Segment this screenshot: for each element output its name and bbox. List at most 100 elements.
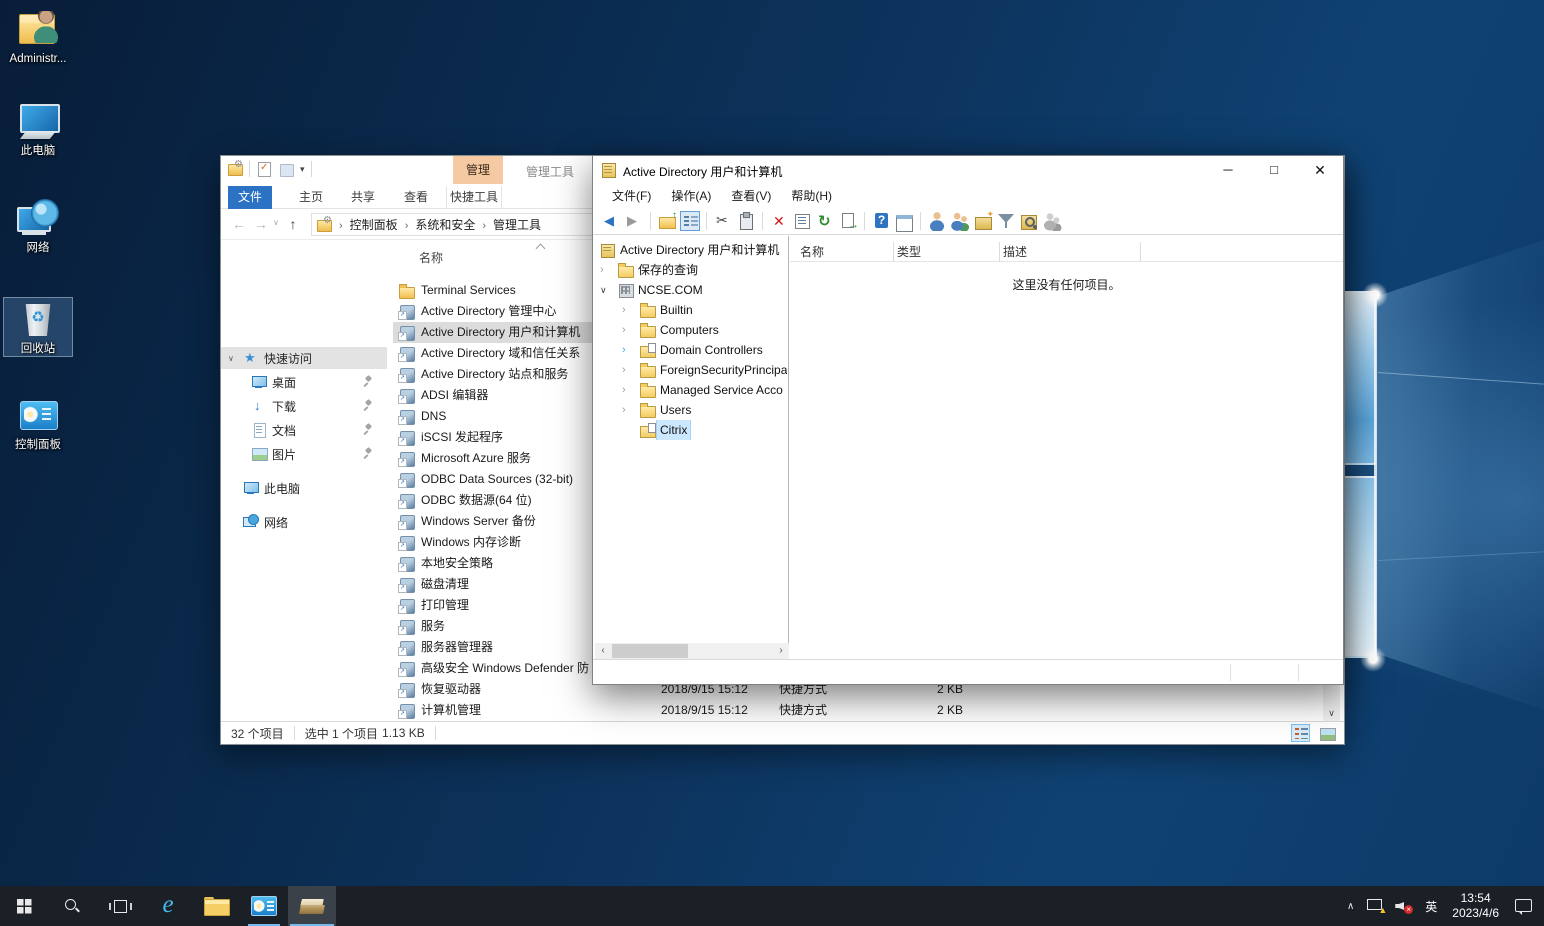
desktop-icon-cp[interactable]: 控制面板 (4, 394, 72, 452)
taskbar-task-view[interactable] (96, 886, 144, 926)
expander-down-icon[interactable]: ∨ (228, 354, 234, 363)
tree-node-Citrix[interactable]: Citrix (594, 420, 787, 440)
scrollbar-thumb[interactable] (612, 644, 688, 658)
taskbar-internet-explorer[interactable]: e (144, 886, 192, 926)
column-header-类型[interactable]: 类型 (897, 243, 921, 260)
column-divider[interactable] (1140, 242, 1141, 262)
refresh-icon[interactable] (815, 211, 835, 231)
new-group-icon[interactable] (950, 211, 970, 231)
sidebar-item-桌面[interactable]: 桌面 (221, 371, 387, 393)
help-icon[interactable] (871, 211, 891, 231)
tree-node-Managed Service Acco[interactable]: ›Managed Service Acco (594, 380, 787, 400)
expander-right-icon[interactable]: › (622, 300, 626, 320)
thumbnails-view-button[interactable] (1317, 724, 1336, 742)
back-icon[interactable] (601, 211, 621, 231)
expander-right-icon[interactable]: › (622, 340, 626, 360)
file-row[interactable]: 计算机管理2018/9/15 15:12快捷方式2 KB (393, 700, 1320, 721)
expander-right-icon[interactable]: › (622, 400, 626, 420)
tree-node-Domain Controllers[interactable]: ›Domain Controllers (594, 340, 787, 360)
delete-icon[interactable] (769, 211, 789, 231)
new-user-icon[interactable] (927, 211, 947, 231)
sidebar-item-网络[interactable]: 网络 (221, 511, 387, 533)
maximize-button[interactable]: □ (1251, 156, 1297, 184)
taskbar-control-panel[interactable] (240, 886, 288, 926)
name-column-header[interactable]: 名称 (419, 249, 443, 266)
tree-node-Computers[interactable]: ›Computers (594, 320, 787, 340)
menu-帮助(H)[interactable]: 帮助(H) (782, 185, 841, 207)
recent-locations-dropdown-icon[interactable]: ∨ (273, 218, 279, 227)
column-header-名称[interactable]: 名称 (800, 243, 824, 260)
breadcrumb-item[interactable]: 控制面板 (350, 218, 398, 232)
cut-icon[interactable] (713, 211, 733, 231)
expander-down-icon[interactable]: ∨ (600, 280, 607, 300)
forward-button[interactable]: → (251, 214, 271, 234)
desktop-icon-user-folder[interactable]: Administr... (4, 8, 72, 66)
export-list-icon[interactable] (838, 211, 858, 231)
scroll-left-icon[interactable]: ‹ (595, 643, 611, 659)
customize-dropdown-icon[interactable]: ▾ (300, 161, 305, 177)
details-view-button[interactable] (1291, 724, 1310, 742)
show-tree-icon[interactable] (680, 211, 700, 231)
clock[interactable]: 13:54 2023/4/6 (1444, 891, 1507, 921)
new-folder-icon[interactable] (278, 161, 294, 177)
ime-language-indicator[interactable]: 英 (1418, 898, 1444, 915)
taskbar-mmc-console[interactable] (288, 886, 336, 926)
admin-tools-app-icon[interactable] (227, 161, 243, 177)
desktop-icon-pc[interactable]: 此电脑 (4, 100, 72, 158)
expander-right-icon[interactable]: › (622, 380, 626, 400)
tree-node-Builtin[interactable]: ›Builtin (594, 300, 787, 320)
aduc-titlebar[interactable]: Active Directory 用户和计算机 ─ □ ✕ (593, 156, 1343, 184)
taskbar-file-explorer[interactable] (192, 886, 240, 926)
advanced-icon[interactable] (1042, 211, 1062, 231)
tree-node-ForeignSecurityPrincipa[interactable]: ›ForeignSecurityPrincipa (594, 360, 787, 380)
expander-right-icon[interactable]: › (600, 260, 604, 280)
minimize-button[interactable]: ─ (1205, 156, 1251, 184)
desktop-icon-net[interactable]: 网络 (4, 197, 72, 255)
ribbon-tab-文件[interactable]: 文件 (228, 186, 272, 209)
tree-node-NCSE.COM[interactable]: ∨NCSE.COM (594, 280, 787, 300)
find-objects-icon[interactable] (1019, 211, 1039, 231)
expander-right-icon[interactable]: › (622, 320, 626, 340)
taskbar-start-button[interactable] (0, 886, 48, 926)
volume-muted-icon[interactable] (1395, 898, 1413, 914)
menu-查看(V)[interactable]: 查看(V) (722, 185, 780, 207)
menu-操作(A)[interactable]: 操作(A) (662, 185, 720, 207)
sidebar-item-此电脑[interactable]: 此电脑 (221, 477, 387, 499)
properties-icon[interactable] (256, 161, 272, 177)
tree-node-Active Directory 用户和计算机[interactable]: Active Directory 用户和计算机 (594, 240, 787, 260)
tree-horizontal-scrollbar[interactable]: ‹ › (595, 643, 789, 659)
sidebar-item-下载[interactable]: 下载 (221, 395, 387, 417)
network-warning-icon[interactable] (1367, 898, 1385, 914)
action-center-icon[interactable] (1515, 899, 1532, 913)
filter-icon[interactable] (996, 211, 1016, 231)
close-button[interactable]: ✕ (1297, 156, 1343, 184)
breadcrumb-item[interactable]: 系统和安全 (415, 218, 475, 232)
column-divider[interactable] (999, 242, 1000, 262)
expander-right-icon[interactable]: › (622, 360, 626, 380)
up-button[interactable]: ↑ (283, 214, 303, 234)
ribbon-tab-主页[interactable]: 主页 (289, 186, 333, 209)
scroll-down-icon[interactable]: ∨ (1323, 705, 1340, 721)
menu-文件(F)[interactable]: 文件(F) (603, 185, 660, 207)
up-folder-icon[interactable] (657, 211, 677, 231)
new-ou-icon[interactable] (973, 211, 993, 231)
tree-node-Users[interactable]: ›Users (594, 400, 787, 420)
back-button[interactable]: ← (229, 214, 249, 234)
ribbon-tab-快捷工具[interactable]: 快捷工具 (446, 186, 502, 209)
desktop-icon-bin[interactable]: 回收站 (4, 298, 72, 356)
scroll-right-icon[interactable]: › (773, 643, 789, 659)
column-divider[interactable] (893, 242, 894, 262)
sidebar-item-文档[interactable]: 文档 (221, 419, 387, 441)
ribbon-tab-查看[interactable]: 查看 (394, 186, 438, 209)
taskbar-search[interactable] (48, 886, 96, 926)
column-header-描述[interactable]: 描述 (1003, 243, 1027, 260)
properties-icon[interactable] (792, 211, 812, 231)
console-window-icon[interactable] (894, 211, 914, 231)
forward-icon[interactable] (624, 211, 644, 231)
sidebar-item-图片[interactable]: 图片 (221, 443, 387, 465)
paste-icon[interactable] (736, 211, 756, 231)
hidden-icons-chevron-icon[interactable]: ∧ (1339, 901, 1362, 912)
tree-node-保存的查询[interactable]: ›保存的查询 (594, 260, 787, 280)
breadcrumb-item[interactable]: 管理工具 (493, 218, 541, 232)
sidebar-item-快速访问[interactable]: ∨快速访问 (221, 347, 387, 369)
